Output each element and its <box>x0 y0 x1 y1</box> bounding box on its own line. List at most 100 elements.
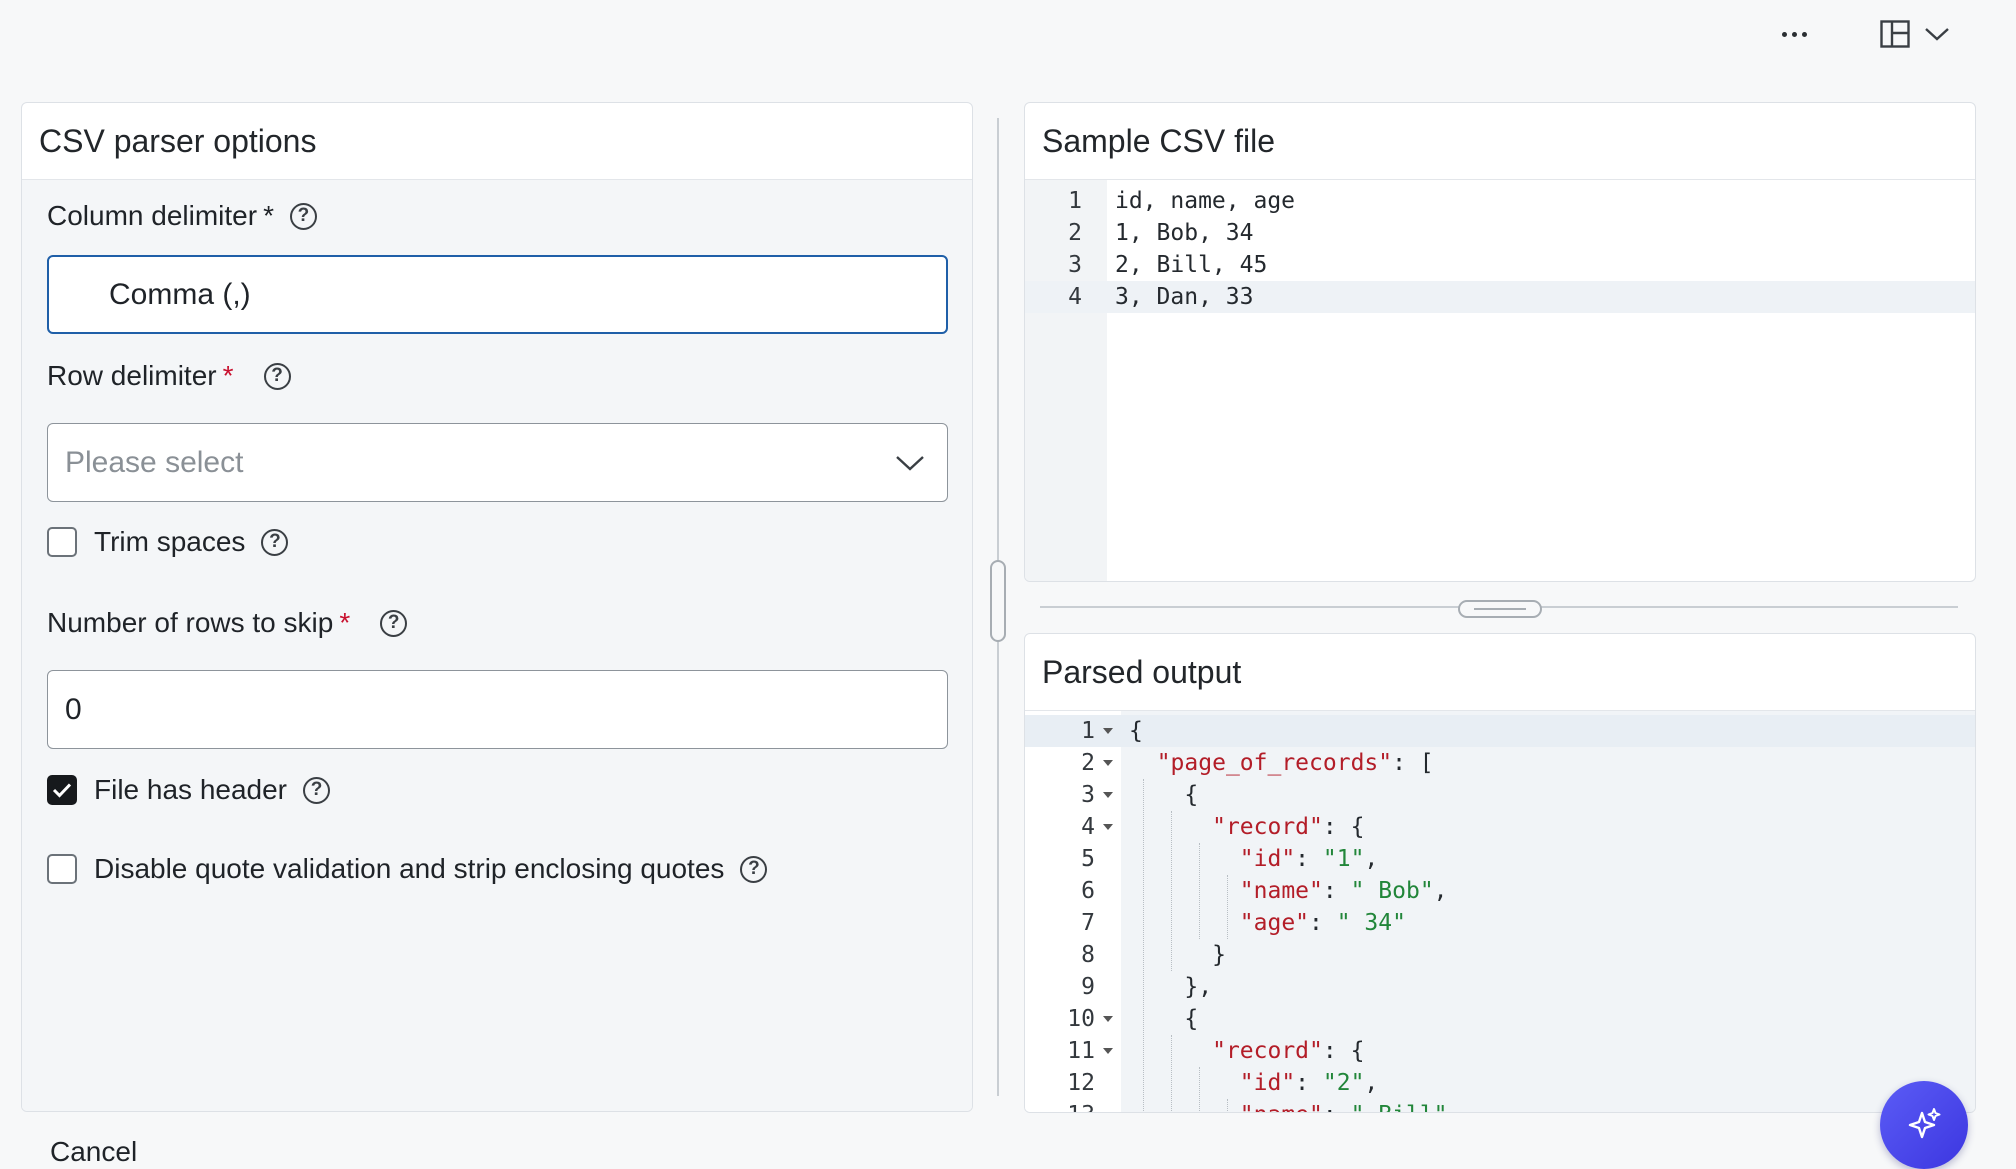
cancel-button[interactable]: Cancel <box>50 1136 137 1168</box>
fold-toggle-icon[interactable] <box>1103 1016 1113 1022</box>
help-icon[interactable]: ? <box>380 609 408 637</box>
row-delimiter-label: Row delimiter * ? <box>47 360 291 392</box>
parsed-output-panel: Parsed output 1{2 "page_of_records": [3 … <box>1024 633 1976 1113</box>
code-line: 10 { <box>1025 1003 1975 1035</box>
chevron-down-icon <box>896 456 924 471</box>
line-number: 1 <box>1068 188 1082 214</box>
vertical-resize-handle[interactable] <box>990 560 1006 642</box>
line-number: 3 <box>1068 252 1082 278</box>
layout-toggle-button[interactable] <box>1880 14 1960 54</box>
line-number: 3 <box>1081 782 1095 808</box>
ai-assistant-button[interactable] <box>1880 1081 1968 1169</box>
indent-guide <box>1199 1067 1200 1112</box>
line-text: id, name, age <box>1115 188 1296 214</box>
code-line: 7 "age": " 34" <box>1025 907 1975 939</box>
file-has-header-checkbox[interactable] <box>47 775 77 805</box>
help-icon[interactable]: ? <box>303 776 331 804</box>
code-line: 1{ <box>1025 715 1975 747</box>
code-line: 11 "record": { <box>1025 1035 1975 1067</box>
horizontal-resize-handle[interactable] <box>1458 600 1542 618</box>
column-delimiter-value: Comma (,) <box>109 277 251 311</box>
panel-title: Parsed output <box>1025 634 1975 711</box>
line-number: 9 <box>1081 974 1095 1000</box>
code-line: 12 "id": "2", <box>1025 1067 1975 1099</box>
fold-toggle-icon[interactable] <box>1103 728 1113 734</box>
line-number: 2 <box>1081 750 1095 776</box>
rows-to-skip-label: Number of rows to skip * ? <box>47 607 408 639</box>
disable-quote-validation-checkbox[interactable] <box>47 854 77 884</box>
line-text: "name": " Bill" <box>1129 1099 1448 1112</box>
code-line: 1 id, name, age <box>1025 185 1975 217</box>
line-number: 2 <box>1068 220 1082 246</box>
code-line: 3 { <box>1025 779 1975 811</box>
fold-toggle-icon[interactable] <box>1103 1048 1113 1054</box>
column-delimiter-label-text: Column delimiter <box>47 200 258 231</box>
file-has-header-row: File has header ? <box>47 774 331 806</box>
line-number: 4 <box>1068 284 1082 310</box>
required-mark: * <box>339 607 351 638</box>
line-number: 7 <box>1081 910 1095 936</box>
rows-to-skip-label-text: Number of rows to skip <box>47 607 334 638</box>
help-icon[interactable]: ? <box>261 528 289 556</box>
line-text: }, <box>1129 974 1213 1000</box>
required-mark: * <box>222 360 234 391</box>
code-line: 13 "name": " Bill" <box>1025 1099 1975 1112</box>
chevron-down-icon <box>1925 28 1949 41</box>
sample-csv-panel: Sample CSV file 1 id, name, age 2 1, Bob, 3… <box>1024 102 1976 582</box>
line-text: "id": "2", <box>1239 1070 1379 1096</box>
code-line: 8 } <box>1025 939 1975 971</box>
line-text: { <box>1129 718 1143 744</box>
indent-guide <box>1143 779 1144 1112</box>
line-number: 10 <box>1067 1006 1095 1032</box>
more-options-button[interactable] <box>1772 14 1816 54</box>
indent-guide <box>1227 875 1228 939</box>
row-delimiter-placeholder: Please select <box>65 445 244 479</box>
line-number: 5 <box>1081 846 1095 872</box>
row-delimiter-select[interactable]: Please select <box>47 423 948 502</box>
rows-to-skip-value: 0 <box>65 692 82 726</box>
indent-guide <box>1227 1099 1228 1112</box>
line-text: "record": { <box>1212 1038 1365 1064</box>
code-line: 2 "page_of_records": [ <box>1025 747 1975 779</box>
code-line: 6 "name": " Bob", <box>1025 875 1975 907</box>
code-line: 4 "record": { <box>1025 811 1975 843</box>
indent-guide <box>1171 1035 1172 1112</box>
line-number: 12 <box>1067 1070 1095 1096</box>
required-mark: * <box>263 200 274 231</box>
line-number: 8 <box>1081 942 1095 968</box>
csv-parser-options-panel: CSV parser options Column delimiter * ? … <box>21 102 973 1112</box>
row-delimiter-label-text: Row delimiter <box>47 360 217 391</box>
fold-toggle-icon[interactable] <box>1103 792 1113 798</box>
line-number: 1 <box>1081 718 1095 744</box>
options-form: Column delimiter * ? Comma (,) Row delim… <box>22 180 972 1111</box>
disable-quote-validation-label: Disable quote validation and strip enclo… <box>94 853 725 884</box>
line-text: "record": { <box>1212 814 1365 840</box>
help-icon[interactable]: ? <box>263 362 291 390</box>
sample-csv-editor[interactable]: 1 id, name, age 2 1, Bob, 34 3 2, Bill, 45 4 3,… <box>1025 180 1975 581</box>
code-line: 3 2, Bill, 45 <box>1025 249 1975 281</box>
trim-spaces-checkbox[interactable] <box>47 527 77 557</box>
file-has-header-label: File has header <box>94 774 288 805</box>
checkmark-icon <box>52 783 72 798</box>
line-text: 3, Dan, 33 <box>1115 284 1254 310</box>
help-icon[interactable]: ? <box>289 202 317 230</box>
code-line: 5 "id": "1", <box>1025 843 1975 875</box>
line-text: "page_of_records": [ <box>1156 750 1434 776</box>
rows-to-skip-input[interactable]: 0 <box>47 670 948 749</box>
more-horizontal-icon <box>1781 31 1807 37</box>
column-delimiter-select[interactable]: Comma (,) <box>47 255 948 334</box>
code-line: 9 }, <box>1025 971 1975 1003</box>
trim-spaces-label: Trim spaces <box>94 526 246 557</box>
help-icon[interactable]: ? <box>740 855 768 883</box>
line-text: { <box>1129 1006 1199 1032</box>
parsed-output-viewer[interactable]: 1{2 "page_of_records": [3 {4 "record": {… <box>1025 711 1975 1112</box>
fold-toggle-icon[interactable] <box>1103 760 1113 766</box>
sparkle-icon <box>1908 1108 1941 1139</box>
line-text: 2, Bill, 45 <box>1115 252 1268 278</box>
panel-title: CSV parser options <box>22 103 972 180</box>
code-line: 2 1, Bob, 34 <box>1025 217 1975 249</box>
line-text: "id": "1", <box>1239 846 1379 872</box>
line-text: { <box>1129 782 1199 808</box>
line-number: 4 <box>1081 814 1095 840</box>
fold-toggle-icon[interactable] <box>1103 824 1113 830</box>
